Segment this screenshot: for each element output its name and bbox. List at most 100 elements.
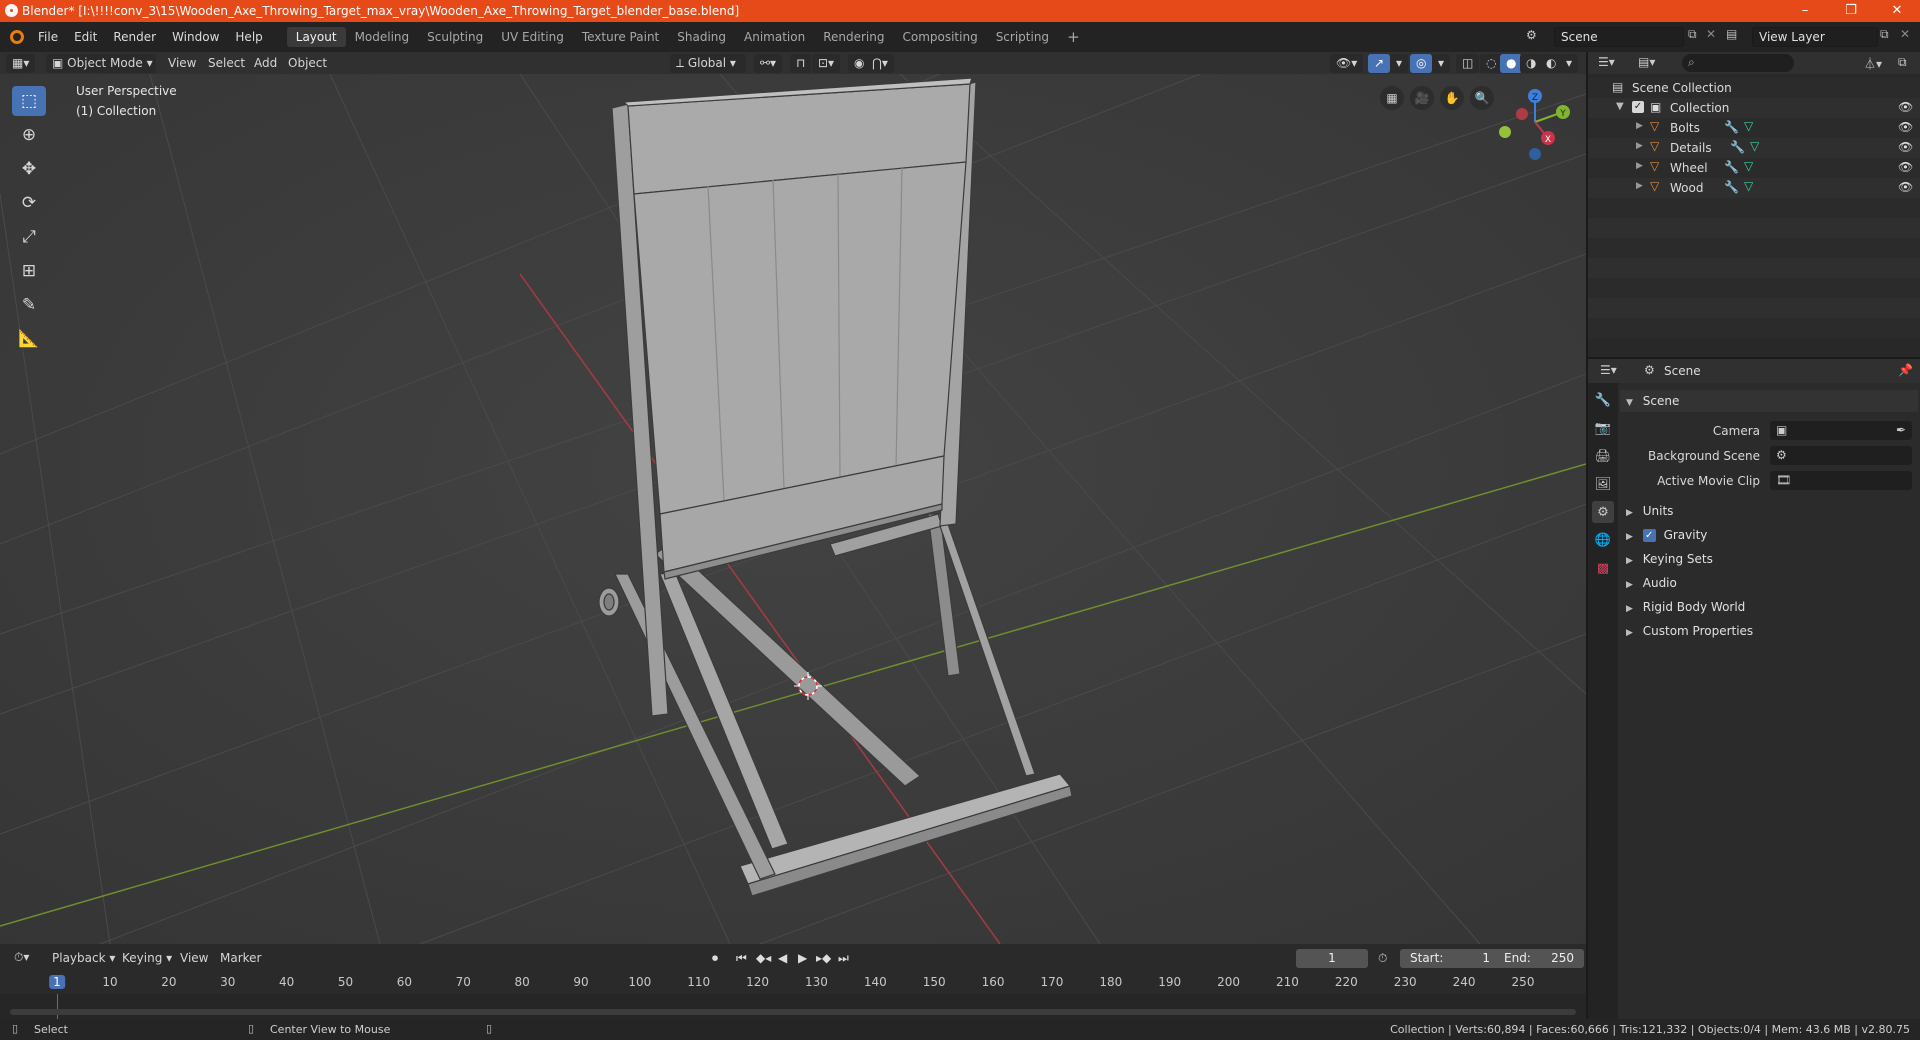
display-mode-icon[interactable]: ▤▾ <box>1638 55 1655 69</box>
mesh-data-icon[interactable]: ▽ <box>1744 119 1753 133</box>
menu-window[interactable]: Window <box>164 30 227 44</box>
tab-rendering[interactable]: Rendering <box>814 27 893 47</box>
select-box-tool-icon[interactable]: ⬚ <box>12 86 46 116</box>
new-collection-icon[interactable]: ⧉ <box>1898 55 1907 70</box>
gizmo-dropdown-icon[interactable]: ▾ <box>1390 54 1409 73</box>
tab-uv-editing[interactable]: UV Editing <box>492 27 573 47</box>
custom-properties-panel-header[interactable]: ▶ Custom Properties <box>1620 620 1918 642</box>
tab-shading[interactable]: Shading <box>668 27 735 47</box>
add-workspace-button[interactable]: + <box>1058 25 1089 49</box>
visibility-eye-icon[interactable]: 👁 <box>1898 120 1913 134</box>
audio-panel-header[interactable]: ▶ Audio <box>1620 572 1918 594</box>
editor-type-icon[interactable]: ▦▾ <box>6 54 36 73</box>
eyedropper-icon[interactable]: ✒ <box>1896 423 1906 437</box>
viewport-menu-add[interactable]: Add <box>254 54 277 73</box>
move-tool-icon[interactable]: ✥ <box>12 154 46 184</box>
play-button[interactable]: ▶ <box>798 949 807 968</box>
tab-sculpting[interactable]: Sculpting <box>418 27 492 47</box>
3d-viewport[interactable]: User Perspective (1) Collection ▦ 🎥 ✋ 🔍 … <box>0 74 1586 944</box>
gravity-checkbox[interactable]: ✓ <box>1642 529 1656 542</box>
minimize-button[interactable]: – <box>1782 0 1828 22</box>
view-layer-field[interactable]: View Layer <box>1752 27 1878 47</box>
timeline-ruler[interactable]: 1 10 20 30 40 50 60 70 80 90 100 110 120 130 140 150 160… <box>0 972 1586 994</box>
scene-tab-icon[interactable]: ⚙ <box>1592 501 1614 523</box>
modifier-wrench-icon[interactable]: 🔧 <box>1724 160 1739 174</box>
outliner-editor-type-icon[interactable]: ☰▾ <box>1598 55 1615 69</box>
pan-view-icon[interactable]: ✋ <box>1440 86 1464 110</box>
camera-field[interactable]: ▣ ✒ <box>1770 421 1912 440</box>
background-scene-field[interactable]: ⚙ <box>1770 446 1912 465</box>
modifier-wrench-icon[interactable]: 🔧 <box>1724 180 1739 194</box>
scene-panel-header[interactable]: ▼ Scene <box>1620 390 1918 412</box>
object-mode-dropdown[interactable]: ▣ Object Mode ▾ <box>46 54 156 73</box>
menu-edit[interactable]: Edit <box>66 30 105 44</box>
current-frame-field[interactable]: 1 <box>1296 949 1368 968</box>
cursor-tool-icon[interactable]: ⊕ <box>12 120 46 150</box>
expand-arrow-icon[interactable]: ▶ <box>1636 181 1643 191</box>
rotate-tool-icon[interactable]: ⟳ <box>12 188 46 218</box>
outliner-row-object[interactable]: ▶ ▽ Wood 🔧 ▽ 👁 <box>1588 178 1920 198</box>
tab-compositing[interactable]: Compositing <box>893 27 986 47</box>
viewport-menu-select[interactable]: Select <box>208 54 245 73</box>
close-window-button[interactable]: ✕ <box>1874 0 1920 22</box>
overlays-dropdown-icon[interactable]: ▾ <box>1432 54 1451 73</box>
tab-layout[interactable]: Layout <box>286 27 346 47</box>
outliner-row-scene-collection[interactable]: ▤ Scene Collection <box>1588 78 1920 98</box>
timeline-scrollbar[interactable] <box>10 1009 1576 1015</box>
expand-arrow-icon[interactable]: ▶ <box>1636 141 1643 151</box>
timeline-menu-playback[interactable]: Playback ▾ <box>52 949 115 968</box>
overlays-toggle-icon[interactable]: ◎ <box>1410 54 1433 73</box>
menu-file[interactable]: File <box>30 30 66 44</box>
shading-options-icon[interactable]: ▾ <box>1560 54 1579 73</box>
visibility-eye-icon[interactable]: 👁 <box>1898 140 1913 154</box>
expand-arrow-icon[interactable]: ▼ <box>1616 101 1624 112</box>
mesh-data-icon[interactable]: ▽ <box>1750 139 1759 153</box>
outliner-row-object[interactable]: ▶ ▽ Wheel 🔧 ▽ 👁 <box>1588 158 1920 178</box>
texture-tab-icon[interactable]: ▩ <box>1592 557 1614 579</box>
tab-scripting[interactable]: Scripting <box>987 27 1058 47</box>
prev-keyframe-button[interactable]: ◆◂ <box>756 949 771 968</box>
delete-view-layer-icon[interactable]: ✕ <box>1900 27 1910 41</box>
outliner-search-input[interactable]: ⌕ <box>1682 54 1794 72</box>
visibility-eye-icon[interactable]: 👁 <box>1898 160 1913 174</box>
menu-help[interactable]: Help <box>227 30 270 44</box>
gizmo-toggle-icon[interactable]: ↗ <box>1368 54 1391 73</box>
snap-target-icon[interactable]: ⊡▾ <box>812 54 841 73</box>
transform-orientation-dropdown[interactable]: ⟂ Global ▾ <box>670 54 746 73</box>
viewport-menu-object[interactable]: Object <box>288 54 327 73</box>
toggle-ortho-icon[interactable]: ▦ <box>1380 86 1404 110</box>
transform-tool-icon[interactable]: ⊞ <box>12 256 46 286</box>
measure-tool-icon[interactable]: 📐 <box>12 324 46 354</box>
rigid-body-world-panel-header[interactable]: ▶ Rigid Body World <box>1620 596 1918 618</box>
world-tab-icon[interactable]: 🌐 <box>1592 529 1614 551</box>
mesh-data-icon[interactable]: ▽ <box>1744 159 1753 173</box>
modifier-wrench-icon[interactable]: 🔧 <box>1730 140 1745 154</box>
play-reverse-button[interactable]: ◀ <box>778 949 787 968</box>
falloff-icon[interactable]: ⋂▾ <box>866 54 894 73</box>
expand-arrow-icon[interactable]: ▶ <box>1636 161 1643 171</box>
expand-arrow-icon[interactable]: ▶ <box>1636 121 1643 131</box>
tab-modeling[interactable]: Modeling <box>346 27 419 47</box>
scale-tool-icon[interactable]: ⤢ <box>12 222 46 252</box>
jump-start-button[interactable]: ⏮ <box>736 949 747 968</box>
collection-checkbox[interactable]: ✓ <box>1632 101 1644 113</box>
new-scene-icon[interactable]: ⧉ <box>1688 27 1697 42</box>
timeline-menu-view[interactable]: View <box>180 949 208 968</box>
end-frame-field[interactable]: End: 250 <box>1490 949 1584 968</box>
menu-render[interactable]: Render <box>105 30 164 44</box>
timeline-area[interactable] <box>0 994 1586 1019</box>
timeline-menu-keying[interactable]: Keying ▾ <box>122 949 172 968</box>
use-preview-range-icon[interactable]: ⏱ <box>1378 949 1387 968</box>
outliner-row-collection[interactable]: ▼ ✓ ▣ Collection 👁 <box>1588 98 1920 118</box>
xray-toggle-icon[interactable]: ◫ <box>1456 54 1480 73</box>
tab-animation[interactable]: Animation <box>735 27 814 47</box>
outliner-row-object[interactable]: ▶ ▽ Bolts 🔧 ▽ 👁 <box>1588 118 1920 138</box>
modifier-wrench-icon[interactable]: 🔧 <box>1724 120 1739 134</box>
scene-field[interactable]: Scene <box>1554 27 1684 47</box>
timeline-menu-marker[interactable]: Marker <box>220 949 261 968</box>
filter-icon[interactable]: ⏃▾ <box>1864 55 1882 72</box>
scene-browse-icon[interactable]: ⚙ <box>1526 28 1537 42</box>
tool-settings-tab-icon[interactable]: 🔧 <box>1592 389 1614 411</box>
selectability-icon[interactable]: 👁▾ <box>1330 54 1364 73</box>
start-frame-field[interactable]: Start: 1 <box>1400 949 1500 968</box>
